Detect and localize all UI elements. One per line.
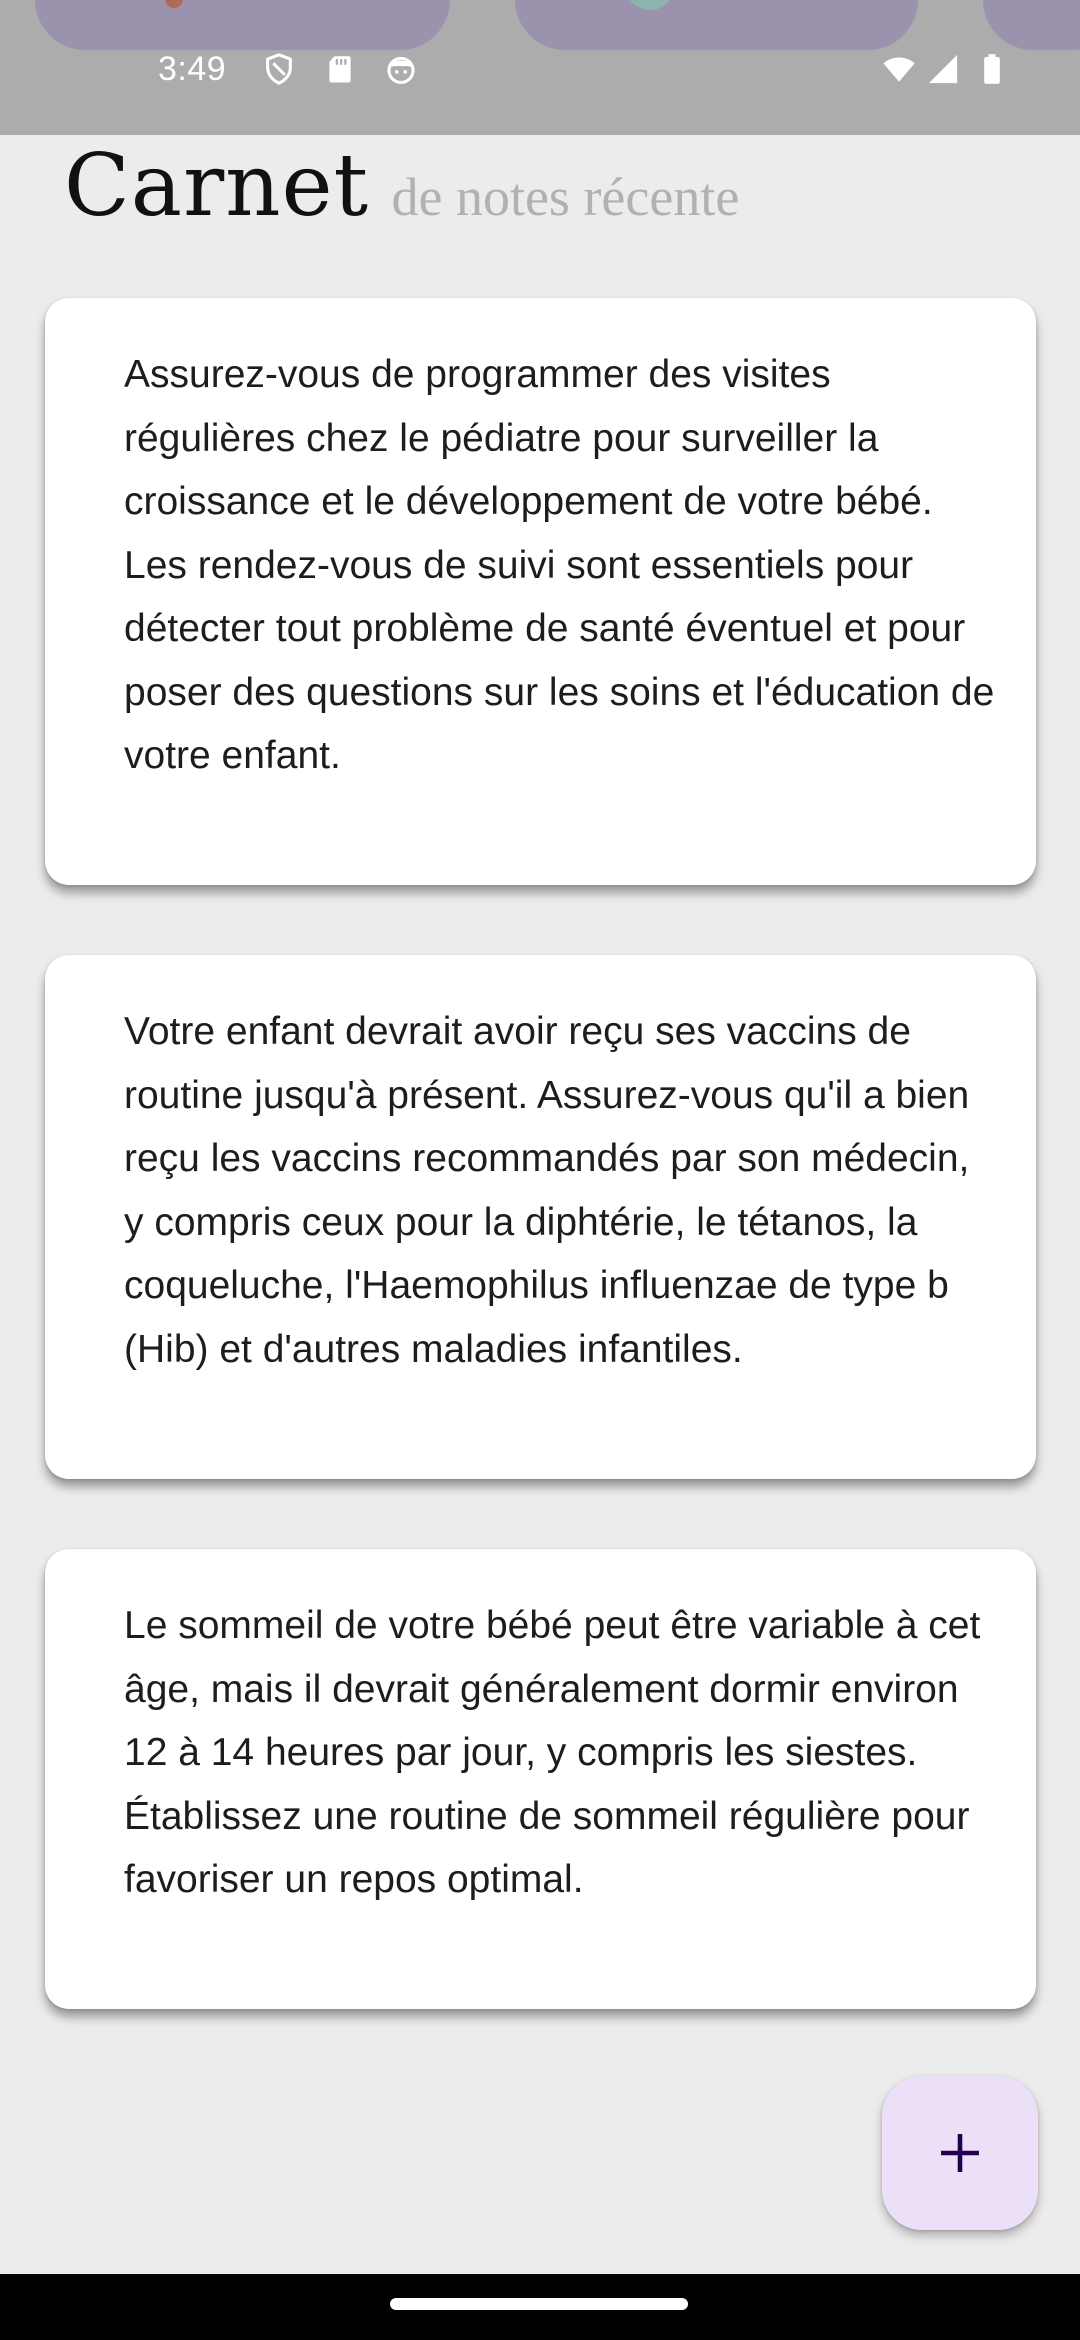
page-title: Carnet — [64, 136, 370, 236]
background-chip — [983, 0, 1080, 50]
note-card[interactable]: Le sommeil de votre bébé peut être varia… — [45, 1549, 1036, 2009]
add-note-button[interactable] — [882, 2076, 1038, 2230]
home-gesture-handle[interactable] — [390, 2298, 688, 2310]
note-card[interactable]: Assurez-vous de programmer des visites r… — [45, 298, 1036, 885]
cellular-icon — [926, 52, 960, 86]
note-text: Le sommeil de votre bébé peut être varia… — [124, 1604, 981, 1901]
note-text: Votre enfant devrait avoir reçu ses vacc… — [124, 1010, 970, 1371]
app-screen: 3:49 Carnet de notes récente Assurez-vou… — [0, 0, 1080, 2340]
page-header: Carnet de notes récente — [64, 136, 739, 236]
background-chip — [515, 0, 918, 50]
background-chip — [35, 0, 450, 50]
plus-icon — [935, 2128, 985, 2178]
wifi-icon — [882, 52, 916, 86]
status-bar: 3:49 — [0, 0, 1080, 135]
shield-icon — [262, 52, 296, 86]
status-time: 3:49 — [158, 50, 227, 88]
note-text: Assurez-vous de programmer des visites r… — [124, 353, 995, 777]
sd-card-icon — [323, 52, 357, 86]
note-card[interactable]: Votre enfant devrait avoir reçu ses vacc… — [45, 955, 1036, 1479]
battery-icon — [975, 52, 1009, 86]
page-subtitle: de notes récente — [391, 167, 740, 227]
face-icon — [384, 52, 418, 86]
